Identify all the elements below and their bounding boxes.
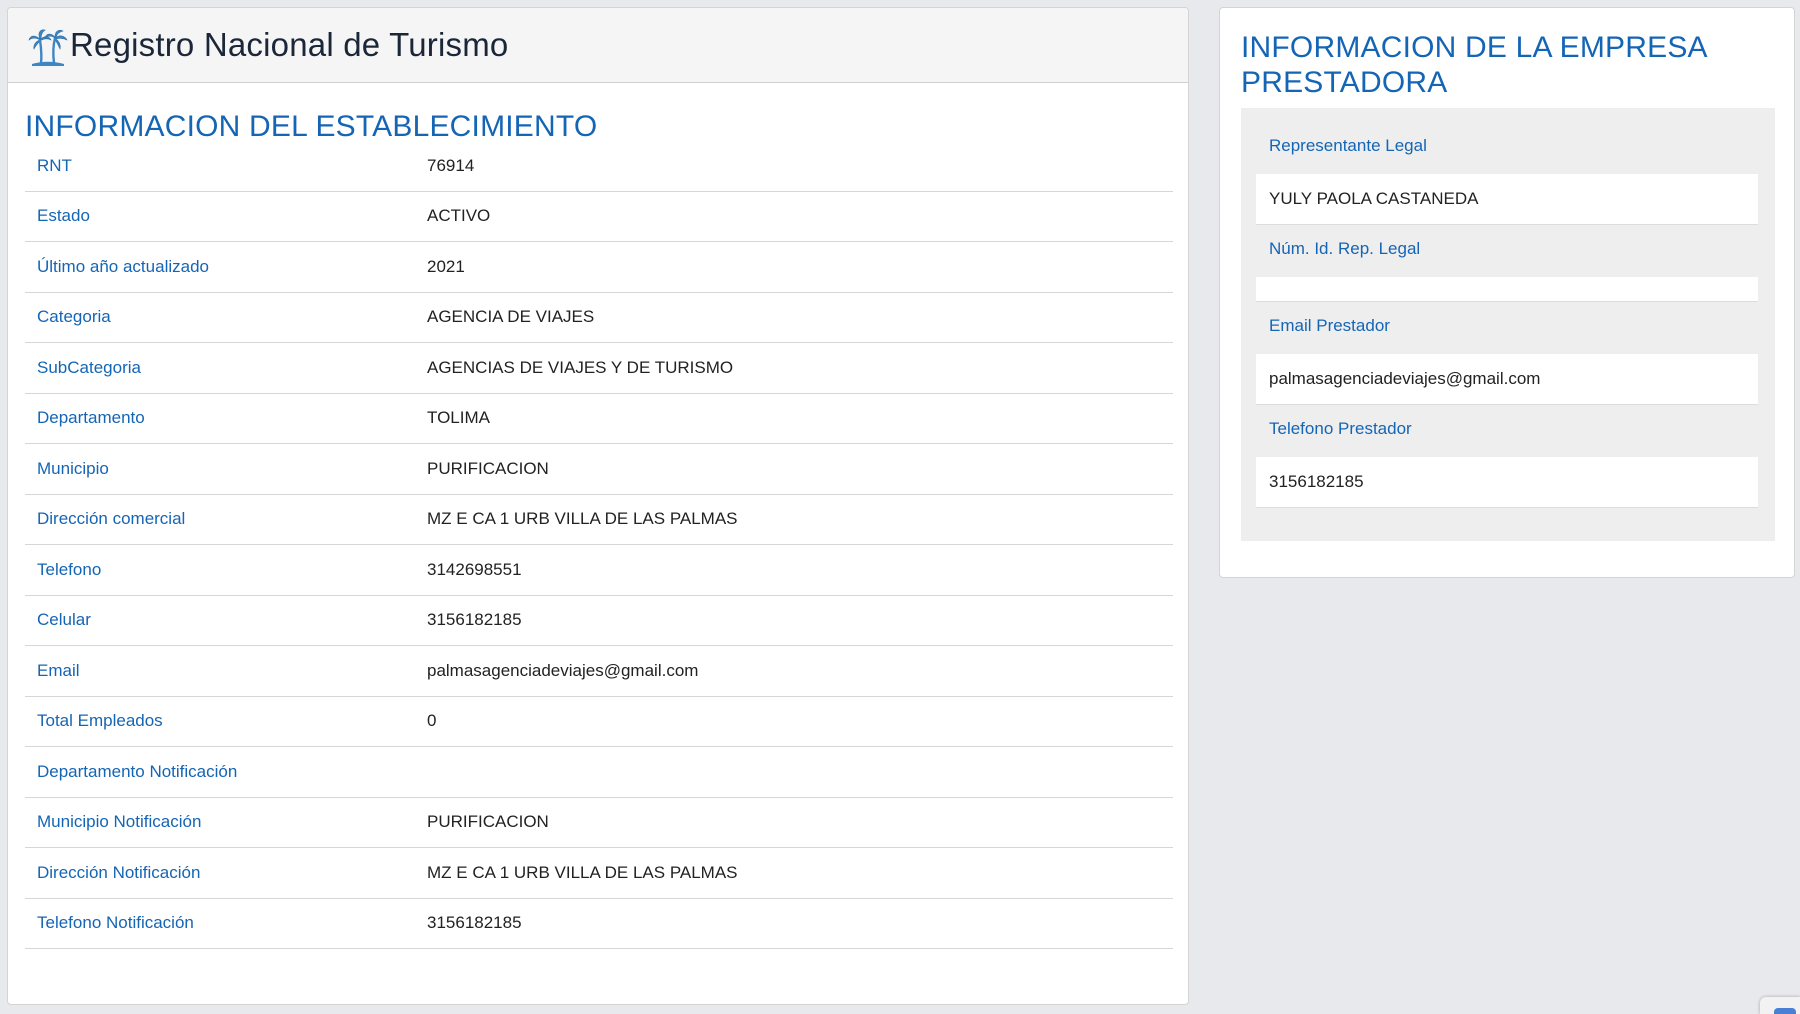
- company-fields-group: Representante Legal YULY PAOLA CASTANEDA…: [1241, 108, 1775, 541]
- row-value: palmasagenciadeviajes@gmail.com: [427, 660, 699, 680]
- row-label: Último año actualizado: [37, 256, 209, 276]
- row-label: Departamento: [37, 408, 145, 428]
- row-value: ACTIVO: [427, 206, 491, 226]
- row-label: Email: [37, 660, 80, 680]
- table-row: Total Empleados 0: [25, 697, 1173, 747]
- table-row: Celular 3156182185: [25, 596, 1173, 646]
- row-label: RNT: [37, 155, 72, 175]
- table-row: RNT 76914: [25, 141, 1173, 192]
- app-title: Registro Nacional de Turismo: [70, 26, 509, 63]
- establishment-panel: Registro Nacional de Turismo INFORMACION…: [7, 7, 1189, 1005]
- table-row: Email palmasagenciadeviajes@gmail.com: [25, 646, 1173, 697]
- row-value: 76914: [427, 155, 475, 175]
- row-value: MZ E CA 1 URB VILLA DE LAS PALMAS: [427, 509, 738, 529]
- row-value: 0: [427, 711, 437, 731]
- row-label: Departamento Notificación: [37, 761, 238, 781]
- telefono-prestador-value: 3156182185: [1256, 457, 1758, 508]
- row-label: Municipio: [37, 458, 109, 478]
- row-value: TOLIMA: [427, 408, 490, 428]
- table-row: Departamento TOLIMA: [25, 394, 1173, 444]
- company-section-title: INFORMACION DE LA EMPRESA PRESTADORA: [1241, 31, 1707, 99]
- row-value: AGENCIAS DE VIAJES Y DE TURISMO: [427, 357, 734, 377]
- table-row: Telefono 3142698551: [25, 545, 1173, 596]
- telefono-prestador-label: Telefono Prestador: [1269, 419, 1412, 438]
- row-label: Dirección comercial: [37, 509, 186, 529]
- table-row: Municipio PURIFICACION: [25, 444, 1173, 495]
- table-row: Dirección comercial MZ E CA 1 URB VILLA …: [25, 495, 1173, 545]
- row-label: Telefono Notificación: [37, 913, 194, 933]
- table-row: Dirección Notificación MZ E CA 1 URB VIL…: [25, 848, 1173, 899]
- representante-legal-value: YULY PAOLA CASTANEDA: [1256, 174, 1758, 225]
- table-row: Categoria AGENCIA DE VIAJES: [25, 293, 1173, 343]
- row-value: PURIFICACION: [427, 812, 549, 832]
- company-panel: INFORMACION DE LA EMPRESA PRESTADORA Rep…: [1219, 7, 1795, 578]
- row-label: Categoria: [37, 307, 111, 327]
- corner-widget[interactable]: [1760, 997, 1800, 1014]
- row-label: Municipio Notificación: [37, 812, 202, 832]
- recaptcha-icon: [1774, 1008, 1796, 1014]
- table-row: Departamento Notificación: [25, 747, 1173, 798]
- email-prestador-value: palmasagenciadeviajes@gmail.com: [1256, 354, 1758, 405]
- id-rep-legal-label: Núm. Id. Rep. Legal: [1269, 239, 1421, 258]
- row-label: Dirección Notificación: [37, 862, 201, 882]
- row-value: PURIFICACION: [427, 458, 549, 478]
- row-label: Telefono: [37, 559, 102, 579]
- table-row: Municipio Notificación PURIFICACION: [25, 798, 1173, 848]
- email-prestador-label: Email Prestador: [1269, 316, 1390, 335]
- row-value: 2021: [427, 256, 465, 276]
- representante-legal-label: Representante Legal: [1269, 136, 1427, 155]
- row-value: AGENCIA DE VIAJES: [427, 307, 595, 327]
- row-label: Celular: [37, 610, 91, 630]
- id-rep-legal-value: [1256, 277, 1758, 302]
- table-row: Telefono Notificación 3156182185: [25, 899, 1173, 949]
- palm-trees-icon: [28, 29, 68, 66]
- row-value: 3142698551: [427, 559, 522, 579]
- row-label: SubCategoria: [37, 357, 141, 377]
- row-label: Total Empleados: [37, 711, 163, 731]
- row-value: 3156182185: [427, 610, 522, 630]
- panel-header: Registro Nacional de Turismo: [8, 8, 1188, 83]
- table-row: Último año actualizado 2021: [25, 242, 1173, 293]
- table-row: SubCategoria AGENCIAS DE VIAJES Y DE TUR…: [25, 343, 1173, 394]
- establishment-info-table: RNT 76914 Estado ACTIVO Último año actua…: [25, 141, 1173, 949]
- row-value: 3156182185: [427, 913, 522, 933]
- row-value: MZ E CA 1 URB VILLA DE LAS PALMAS: [427, 862, 738, 882]
- row-label: Estado: [37, 206, 90, 226]
- table-row: Estado ACTIVO: [25, 192, 1173, 242]
